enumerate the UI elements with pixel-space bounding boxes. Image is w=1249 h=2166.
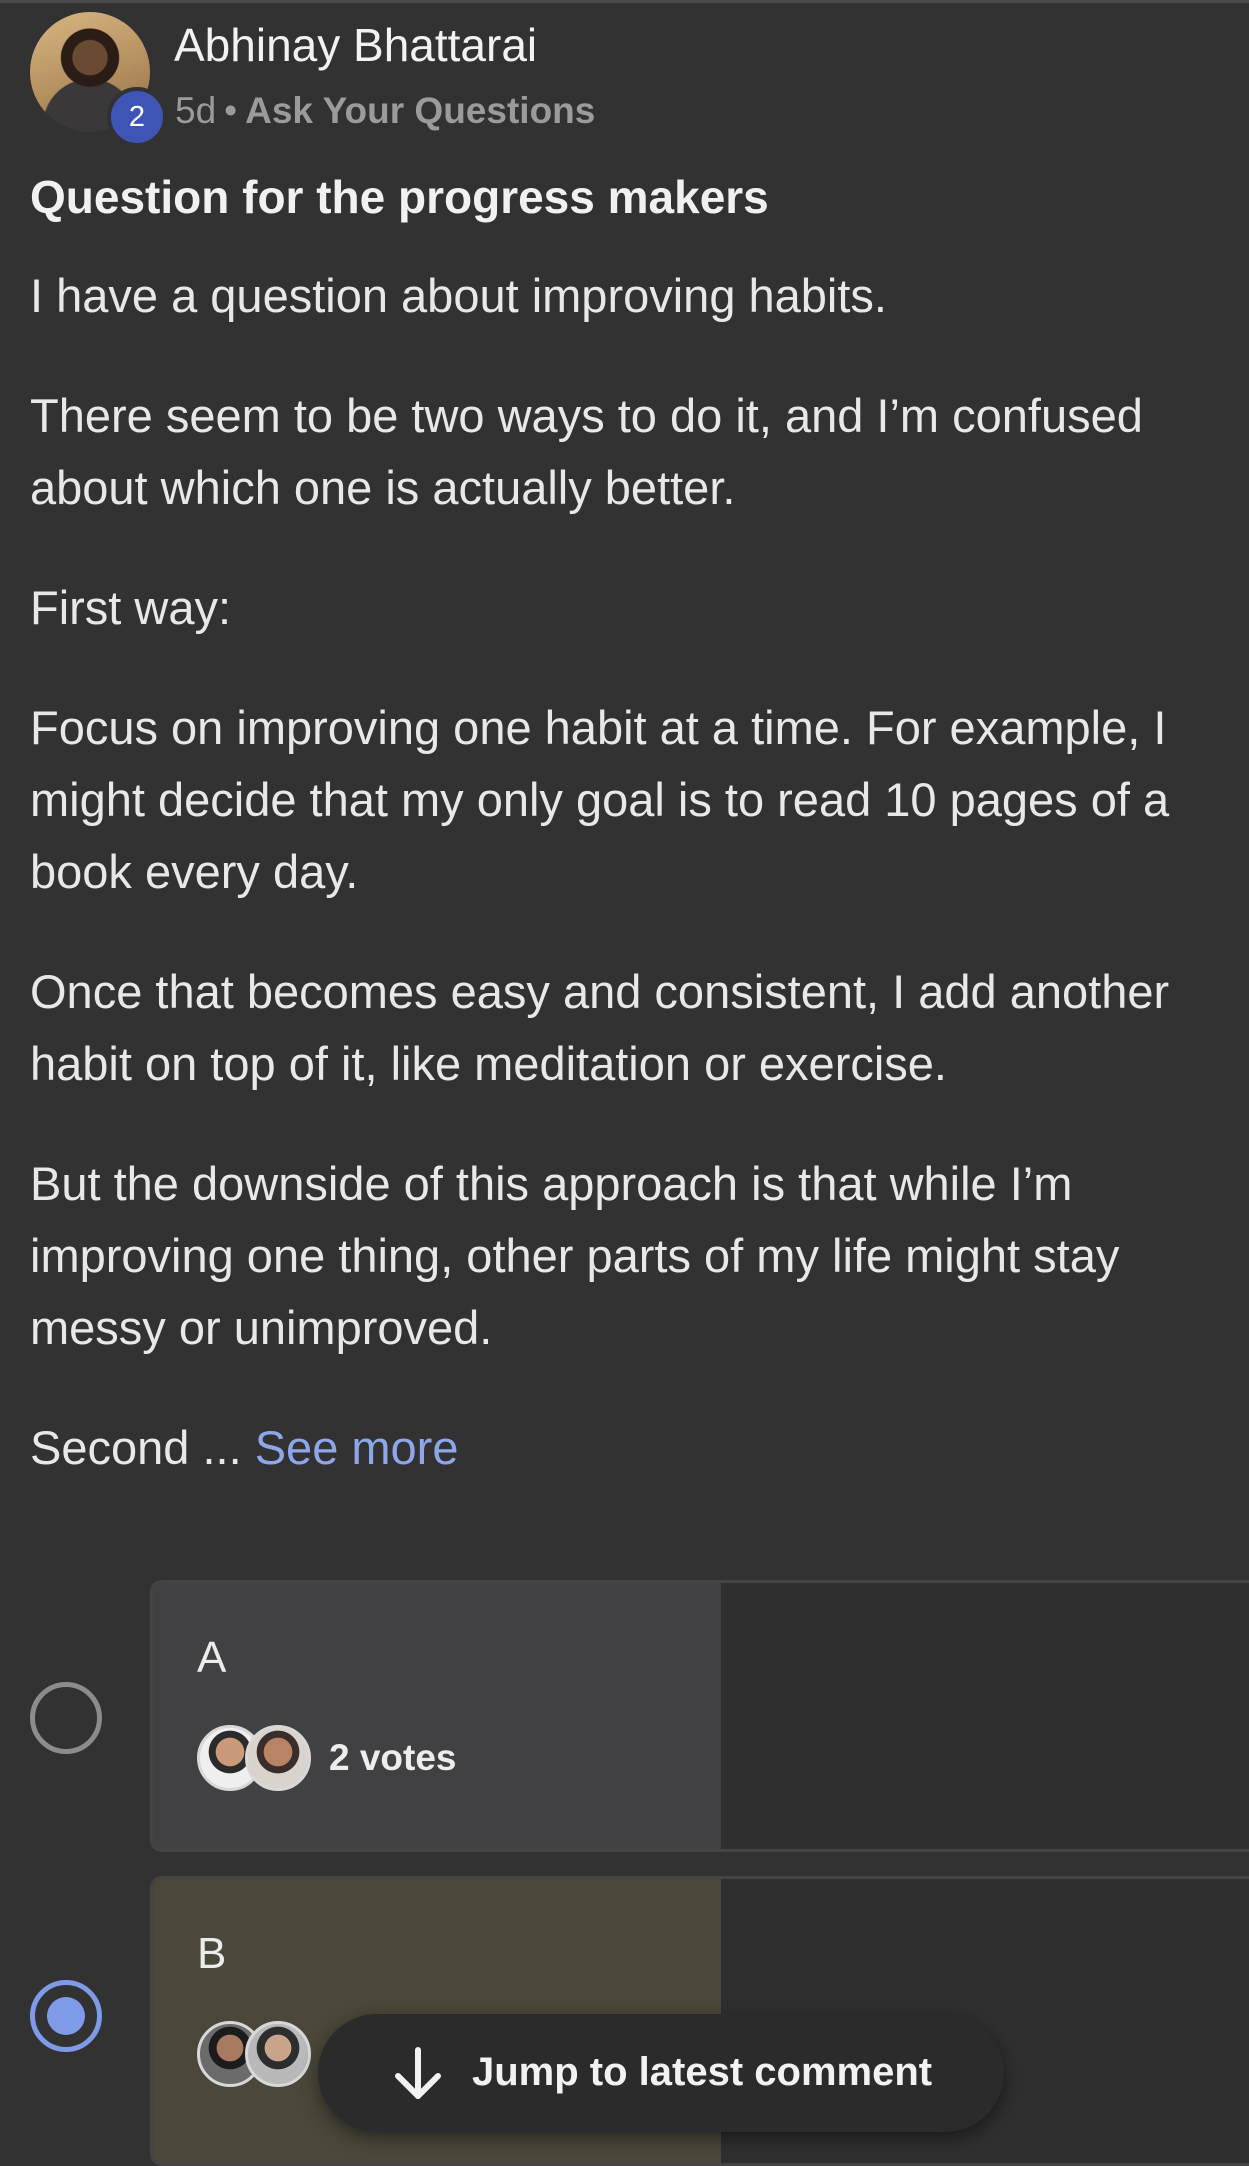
post-paragraph: I have a question about improving habits… [30, 269, 887, 322]
post-body: I have a question about improving habits… [30, 260, 1220, 1532]
post-title: Question for the progress makers [30, 171, 769, 223]
see-more-link[interactable]: See more [255, 1421, 459, 1474]
jump-button-label: Jump to latest comment [472, 2050, 933, 2094]
level-badge: 2 [107, 87, 167, 147]
voter-avatar [245, 2021, 311, 2087]
voter-avatars [197, 2019, 311, 2089]
voter-avatars: 2 votes [197, 1723, 457, 1793]
author-name[interactable]: Abhinay Bhattarai [174, 18, 537, 72]
arrow-down-icon [395, 2047, 441, 2099]
poll-radio-a[interactable] [30, 1682, 102, 1754]
post-paragraph: Once that becomes easy and consistent, I… [30, 965, 1170, 1090]
post-paragraph: First way: [30, 581, 232, 634]
post-paragraph: There seem to be two ways to do it, and … [30, 389, 1143, 514]
meta-separator: • [224, 90, 238, 131]
post-meta: 5d • Ask Your Questions [175, 90, 595, 132]
voter-avatar [245, 1725, 311, 1791]
post-age: 5d [175, 90, 217, 131]
author-avatar[interactable]: 2 [30, 12, 167, 147]
vote-count[interactable]: 2 votes [329, 1737, 457, 1779]
group-link[interactable]: Ask Your Questions [245, 90, 595, 131]
post-paragraph: Focus on improving one habit at a time. … [30, 701, 1170, 898]
poll-option-label: A [197, 1633, 227, 1682]
truncated-text: Second ... [30, 1421, 255, 1474]
poll-option-a[interactable]: A 2 votes [150, 1580, 1249, 1852]
post-paragraph: But the downside of this approach is tha… [30, 1157, 1120, 1354]
poll-fill-a [153, 1583, 721, 1849]
jump-to-latest-comment-button[interactable]: Jump to latest comment [318, 2014, 1004, 2132]
poll-radio-b[interactable] [30, 1980, 102, 2052]
top-divider [0, 0, 1249, 3]
post-paragraph-truncated: Second ... See more [30, 1412, 1220, 1484]
poll-option-label: B [197, 1929, 227, 1978]
